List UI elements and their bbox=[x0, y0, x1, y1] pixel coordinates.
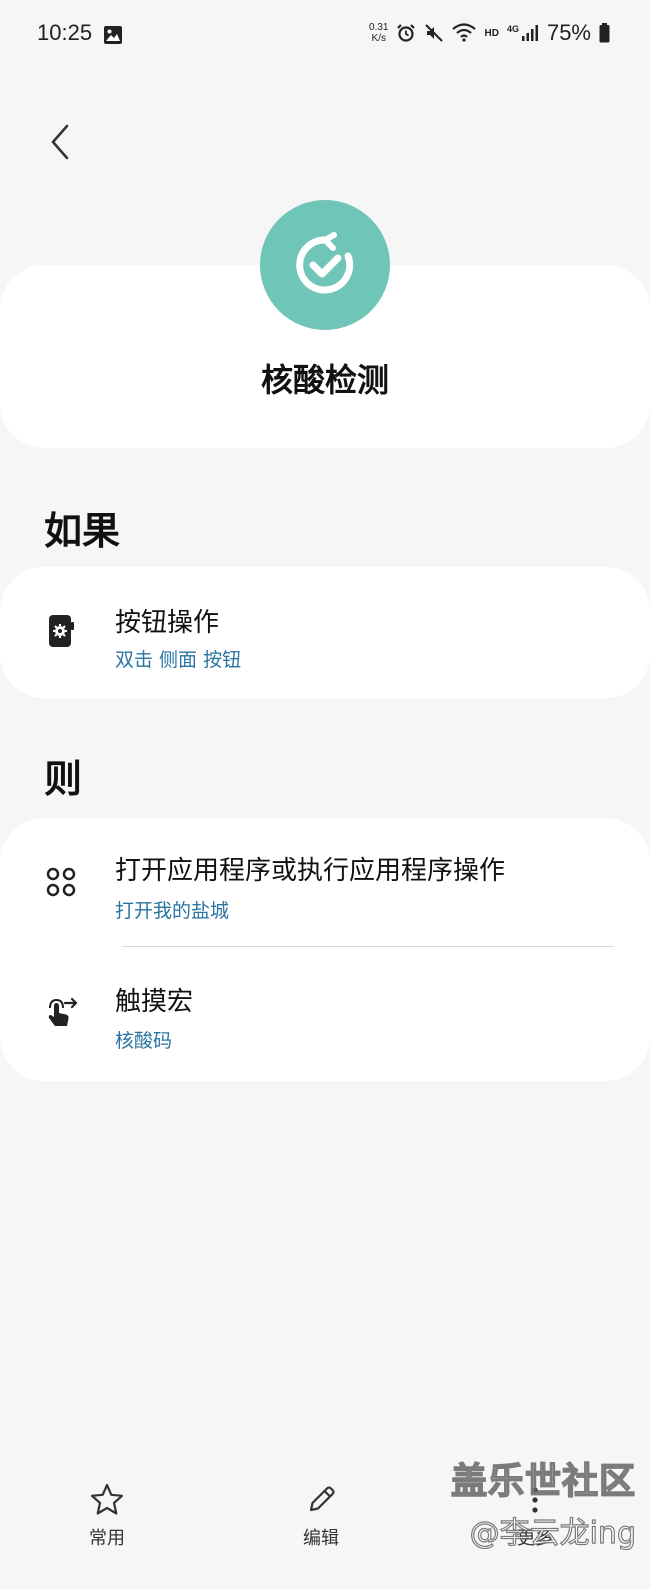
hd-indicator: HD bbox=[484, 27, 499, 39]
network-type: 4G bbox=[506, 24, 519, 34]
then-item-touch-macro[interactable]: 触摸宏 核酸码 bbox=[0, 948, 650, 1081]
nav-more[interactable]: 更多 bbox=[490, 1482, 580, 1550]
battery-icon bbox=[599, 23, 610, 43]
routine-title[interactable]: 核酸检测 bbox=[0, 355, 650, 401]
gallery-notification-icon bbox=[104, 26, 122, 44]
then-card: 打开应用程序或执行应用程序操作 打开我的盐城 触摸宏 核酸码 bbox=[0, 818, 650, 1081]
routine-check-icon[interactable] bbox=[260, 200, 390, 330]
side-button-icon bbox=[44, 614, 78, 648]
then-item-1-subtitle: 打开我的盐城 bbox=[115, 900, 230, 922]
battery-percent: 75% bbox=[546, 20, 591, 45]
wifi-icon bbox=[452, 23, 477, 42]
apps-grid-icon bbox=[44, 865, 78, 899]
if-section-title: 如果 bbox=[44, 509, 121, 553]
then-item-2-title: 触摸宏 bbox=[115, 987, 194, 1017]
then-section-title: 则 bbox=[44, 757, 83, 801]
mute-icon bbox=[425, 24, 444, 42]
signal-icon bbox=[521, 25, 538, 41]
touch-macro-icon bbox=[44, 996, 78, 1030]
nav-favorites-label: 常用 bbox=[89, 1528, 125, 1549]
pencil-icon bbox=[309, 1486, 335, 1512]
chevron-left-icon bbox=[51, 124, 69, 160]
if-card: 按钮操作 双击 侧面 按钮 bbox=[0, 567, 650, 698]
nav-more-label: 更多 bbox=[517, 1528, 553, 1549]
then-item-2-subtitle: 核酸码 bbox=[115, 1030, 173, 1052]
network-speed: 0.31 K/s bbox=[369, 22, 388, 44]
status-icons: 0.31 K/s HD 4G 75% bbox=[369, 20, 610, 46]
if-item-button-action[interactable]: 按钮操作 双击 侧面 按钮 bbox=[0, 567, 650, 698]
alarm-icon bbox=[397, 24, 416, 42]
star-icon bbox=[90, 1483, 124, 1515]
if-item-title: 按钮操作 bbox=[115, 608, 220, 638]
status-bar: 10:25 0.31 K/s HD 4G 75% bbox=[0, 0, 650, 70]
then-item-open-app[interactable]: 打开应用程序或执行应用程序操作 打开我的盐城 bbox=[0, 818, 650, 948]
speed-value: 0.31 bbox=[369, 22, 389, 33]
more-vertical-icon bbox=[532, 1487, 538, 1513]
divider bbox=[122, 946, 614, 947]
then-item-1-title: 打开应用程序或执行应用程序操作 bbox=[115, 856, 506, 886]
speed-unit: K/s bbox=[371, 33, 386, 44]
back-button[interactable] bbox=[40, 118, 80, 166]
nav-edit[interactable]: 编辑 bbox=[276, 1482, 366, 1550]
nav-favorites[interactable]: 常用 bbox=[62, 1482, 152, 1550]
bottom-nav: 常用 编辑 更多 bbox=[0, 1470, 650, 1589]
status-time: 10:25 bbox=[37, 20, 93, 45]
nav-edit-label: 编辑 bbox=[303, 1528, 339, 1549]
if-item-subtitle: 双击 侧面 按钮 bbox=[115, 649, 242, 671]
